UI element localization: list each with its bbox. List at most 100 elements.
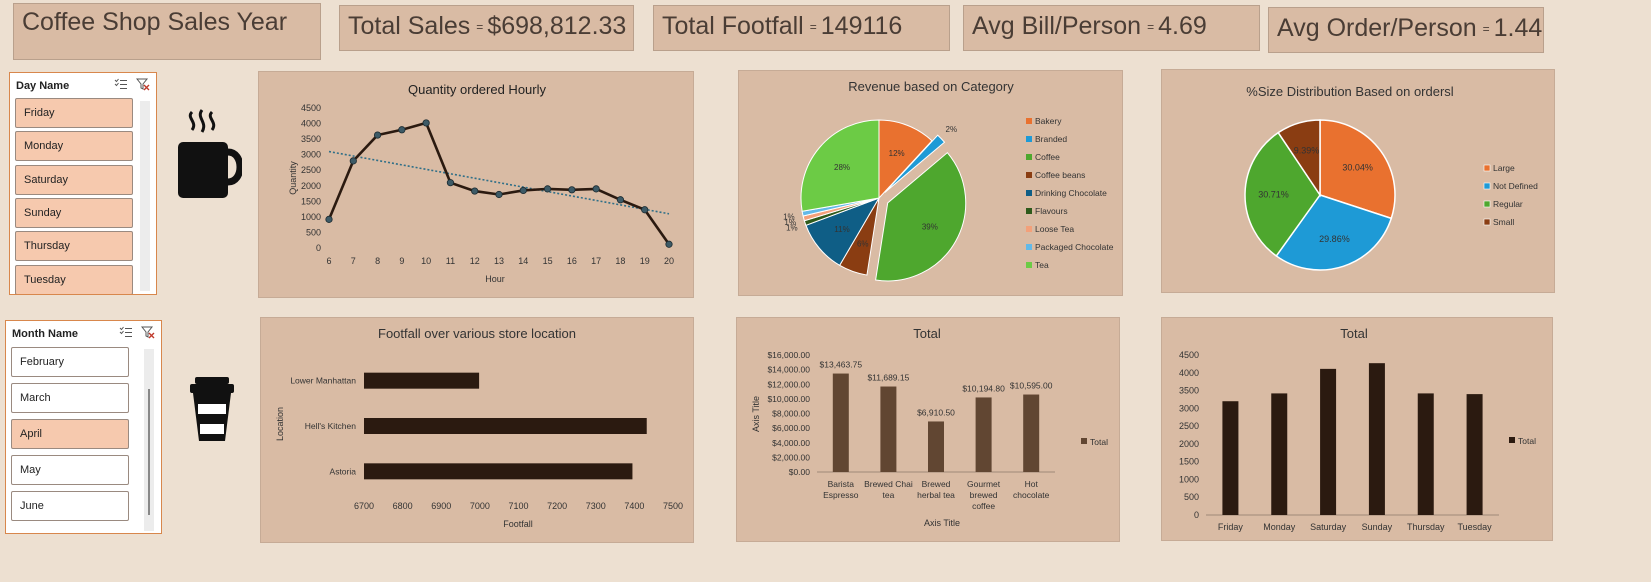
slice-label: 30.71%	[1258, 189, 1289, 199]
x-axis-label: Hour	[485, 274, 505, 284]
legend-swatch	[1026, 172, 1032, 178]
bar	[1320, 368, 1337, 515]
dashboard-title-text: Coffee Shop Sales Year	[22, 8, 288, 36]
x-tick-label: 17	[591, 256, 601, 266]
dashboard-title: Coffee Shop Sales Year	[13, 3, 321, 60]
data-point	[422, 119, 430, 127]
month-slicer-item[interactable]: March	[11, 383, 129, 413]
bar	[832, 373, 849, 472]
day-slicer-item[interactable]: Friday	[15, 98, 133, 128]
category-label: Hot	[1025, 479, 1039, 489]
y-tick-label: $16,000.00	[767, 350, 810, 360]
legend-swatch	[1026, 208, 1032, 214]
category-revenue-chart: Revenue based on Category 12% 2% 39% 6% 11% 1%…	[738, 70, 1123, 296]
day-slicer-item[interactable]: Sunday	[15, 197, 133, 228]
legend-swatch	[1483, 200, 1491, 208]
clear-filter-icon[interactable]	[136, 78, 150, 91]
multi-select-icon[interactable]	[119, 326, 133, 338]
kpi-avg-order-value: 1.44	[1493, 14, 1543, 42]
category-label: coffee	[972, 501, 995, 511]
bar	[364, 372, 480, 389]
category-label: Gourmet	[967, 479, 1001, 489]
slice-label: 9.39%	[1294, 146, 1320, 156]
x-tick-label: 7000	[470, 501, 490, 511]
data-point	[641, 206, 649, 214]
product-column-chart-svg: Total $0.00 $2,000.00 $4,000.00 $6,000.00 $8,…	[751, 326, 1108, 528]
clear-filter-icon[interactable]	[141, 326, 155, 339]
x-tick-label: 6900	[431, 501, 451, 511]
month-slicer-item[interactable]: May	[11, 455, 129, 485]
y-tick-label: 4500	[1179, 350, 1199, 360]
chart-title: Footfall over various store location	[378, 326, 576, 341]
kpi-total-sales-label: Total Sales	[348, 12, 471, 40]
legend-label: Branded	[1035, 134, 1067, 144]
trendline	[328, 150, 670, 215]
data-point	[519, 186, 527, 195]
bar	[1023, 394, 1040, 472]
day-name-slicer: Day Name Friday Monday Saturday Sunday Thurs…	[9, 72, 157, 295]
day-slicer-item[interactable]: Monday	[15, 131, 133, 162]
y-tick-label: 500	[1184, 492, 1199, 502]
kpi-total-sales: Total Sales = $698,812.33	[339, 5, 634, 51]
slice-label: 2%	[946, 125, 958, 134]
location-bar-chart-svg: Footfall over various store location Lowe…	[275, 326, 683, 529]
category-label: Astoria	[330, 466, 357, 476]
y-tick-label: 1000	[301, 212, 321, 222]
legend-label: Total	[1518, 436, 1536, 446]
multi-select-icon[interactable]	[114, 78, 128, 90]
y-tick-label: 3500	[301, 134, 321, 144]
legend-label: Bakery	[1035, 116, 1062, 126]
data-point	[543, 185, 552, 193]
slice-label: 29.86%	[1319, 234, 1350, 244]
chart-title: Revenue based on Category	[848, 79, 1014, 94]
x-tick-label: 7400	[624, 501, 644, 511]
kpi-avg-bill-value: 4.69	[1158, 12, 1207, 40]
kpi-avg-order-label: Avg Order/Person	[1277, 14, 1477, 42]
y-tick-label: 2500	[301, 165, 321, 175]
data-label: $13,463.75	[820, 360, 863, 370]
bar	[928, 421, 944, 472]
month-name-slicer: Month Name February March April May June	[5, 320, 162, 534]
day-slicer-item[interactable]: Tuesday	[15, 264, 133, 294]
kpi-total-footfall-value: 149116	[820, 12, 903, 40]
category-label: Thursday	[1407, 522, 1445, 532]
category-label: Tuesday	[1457, 522, 1492, 532]
slice-label: 28%	[834, 163, 850, 172]
day-slicer-item[interactable]: Thursday	[15, 231, 133, 262]
day-slicer-item[interactable]: Saturday	[15, 164, 133, 195]
y-tick-label: 0	[1194, 510, 1199, 520]
y-tick-label: 2500	[1179, 421, 1199, 431]
takeaway-coffee-cup-icon	[190, 377, 234, 441]
y-tick-label: 2000	[301, 181, 321, 191]
y-tick-label: $14,000.00	[767, 365, 810, 375]
y-tick-label: $10,000.00	[767, 394, 810, 404]
y-tick-label: 500	[306, 227, 321, 237]
legend-swatch	[1483, 164, 1491, 172]
month-slicer-item[interactable]: April	[11, 419, 129, 449]
category-label: Friday	[1218, 522, 1244, 532]
x-tick-label: 6800	[393, 501, 413, 511]
month-slicer-item[interactable]: June	[11, 491, 129, 521]
data-point	[446, 179, 455, 187]
y-tick-label: 1000	[1179, 474, 1199, 484]
legend-swatch	[1026, 136, 1032, 142]
hourly-quantity-chart: Quantity ordered Hourly 0 500 1000 1500 2000 2…	[258, 71, 694, 298]
kpi-avg-bill: Avg Bill/Person = 4.69	[963, 5, 1260, 51]
legend-label: Not Defined	[1493, 181, 1538, 191]
data-label: $10,194.80	[962, 383, 1005, 393]
day-slicer-scrollbar[interactable]	[140, 101, 150, 291]
x-tick-label: 7100	[508, 501, 528, 511]
x-tick-label: 15	[543, 256, 553, 266]
month-slicer-header: Month Name	[6, 321, 161, 347]
category-label: Sunday	[1362, 522, 1393, 532]
category-pie-chart-svg: Revenue based on Category 12% 2% 39% 6% 11% 1%…	[783, 79, 1114, 282]
legend-label: Packaged Chocolate	[1035, 242, 1114, 252]
month-slicer-item[interactable]: February	[11, 347, 129, 377]
y-axis-label: Quantity	[288, 161, 298, 195]
data-point	[398, 126, 406, 134]
legend-label: Regular	[1493, 199, 1523, 209]
x-tick-label: 12	[470, 256, 480, 266]
month-slicer-scrollbar[interactable]	[144, 349, 154, 531]
kpi-separator: =	[809, 20, 817, 35]
x-tick-label: 11	[446, 256, 455, 266]
